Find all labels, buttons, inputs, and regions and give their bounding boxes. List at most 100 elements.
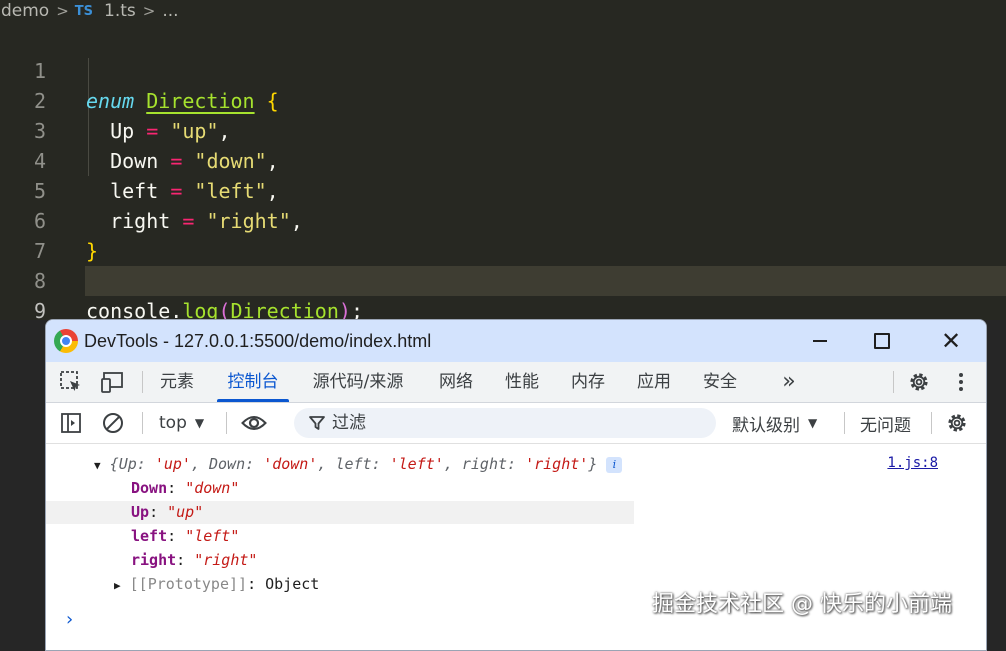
code-line[interactable]: 3 Down = "down", bbox=[0, 86, 1006, 173]
line-number: 9 bbox=[33, 299, 46, 323]
context-selector[interactable]: top ▼ bbox=[159, 403, 204, 443]
gear-icon bbox=[948, 414, 966, 432]
summary-key: right bbox=[461, 455, 508, 473]
summary-key: Down bbox=[209, 455, 246, 473]
chevron-right-icon: > bbox=[56, 2, 69, 20]
summary-value: 'left' bbox=[389, 455, 444, 473]
eye-icon bbox=[241, 416, 267, 430]
settings-button[interactable] bbox=[904, 362, 934, 402]
divider bbox=[226, 412, 227, 434]
issues-button[interactable]: 无问题 bbox=[860, 403, 911, 443]
code-line[interactable]: 1 enum Direction { bbox=[0, 26, 1006, 113]
tab-sources[interactable]: 源代码/来源 bbox=[302, 362, 414, 402]
code-line[interactable]: 7 bbox=[0, 206, 1006, 263]
code-line[interactable]: 4 left = "left", bbox=[0, 116, 1006, 203]
code-line[interactable]: 8 console.log(Direction); bbox=[0, 236, 1006, 323]
clear-icon bbox=[103, 413, 123, 433]
kebab-menu-icon bbox=[959, 373, 963, 391]
console-toolbar: top ▼ 默认级别 ▼ 无问题 bbox=[46, 403, 986, 444]
breadcrumb: demo > TS 1.ts > ... bbox=[0, 0, 180, 22]
divider bbox=[142, 412, 143, 434]
filter-input[interactable] bbox=[332, 413, 692, 433]
tab-console[interactable]: 控制台 bbox=[217, 362, 289, 402]
property-key: left bbox=[131, 527, 168, 545]
property-key: Down bbox=[131, 479, 168, 497]
tab-network[interactable]: 网络 bbox=[429, 362, 483, 402]
typescript-file-icon: TS bbox=[74, 3, 94, 19]
code-line-active[interactable]: 9 bbox=[0, 266, 1006, 323]
filter-icon bbox=[309, 416, 325, 430]
filter-box[interactable] bbox=[294, 408, 716, 438]
close-button[interactable]: ✕ bbox=[926, 320, 976, 362]
tab-performance[interactable]: 性能 bbox=[495, 362, 549, 402]
summary-brace: } bbox=[588, 455, 598, 473]
code-line[interactable]: 5 right = "right", bbox=[0, 146, 1006, 233]
property-key: right bbox=[131, 551, 177, 569]
property-row[interactable]: Down: "down" bbox=[131, 479, 239, 497]
divider bbox=[893, 371, 894, 393]
property-key: Up bbox=[131, 503, 150, 521]
tab-elements[interactable]: 元素 bbox=[150, 362, 204, 402]
property-row[interactable]: left: "left" bbox=[131, 527, 239, 545]
code-editor[interactable]: demo > TS 1.ts > ... 1 enum Direction { … bbox=[0, 0, 1006, 323]
device-icon bbox=[101, 372, 123, 393]
window-titlebar[interactable]: DevTools - 127.0.0.1:5500/demo/index.htm… bbox=[46, 320, 986, 362]
tab-security[interactable]: 安全 bbox=[693, 362, 747, 402]
breadcrumb-folder[interactable]: demo bbox=[0, 1, 50, 21]
device-toolbar-button[interactable] bbox=[98, 362, 128, 402]
expand-triangle-icon[interactable]: ▼ bbox=[94, 459, 101, 472]
caret-down-icon: ▼ bbox=[808, 416, 818, 430]
property-row[interactable]: Up: "up" bbox=[131, 503, 203, 521]
breadcrumb-more[interactable]: ... bbox=[161, 1, 179, 21]
inspect-element-button[interactable] bbox=[56, 362, 86, 402]
minimize-icon bbox=[813, 340, 827, 342]
context-label: top bbox=[159, 413, 187, 433]
window-title: DevTools - 127.0.0.1:5500/demo/index.htm… bbox=[84, 331, 432, 351]
inspect-icon bbox=[60, 371, 80, 391]
summary-key: left bbox=[335, 455, 372, 473]
close-icon: ✕ bbox=[940, 327, 962, 355]
gear-icon bbox=[910, 373, 928, 391]
maximize-icon bbox=[874, 333, 890, 349]
divider bbox=[142, 371, 143, 393]
console-settings-button[interactable] bbox=[942, 403, 972, 443]
prototype-row[interactable]: ▶ [[Prototype]]: Object bbox=[114, 575, 319, 593]
live-expression-button[interactable] bbox=[239, 403, 269, 443]
log-level-label: 默认级别 bbox=[732, 415, 800, 436]
caret-down-icon: ▼ bbox=[194, 416, 205, 430]
console-prompt[interactable]: › bbox=[64, 609, 75, 630]
console-output[interactable]: 1.js:8 ▼ {Up: 'up', Down: 'down', left: … bbox=[46, 444, 986, 650]
expand-triangle-icon[interactable]: ▶ bbox=[114, 579, 121, 592]
summary-key: Up bbox=[118, 455, 137, 473]
prototype-key: [[Prototype]] bbox=[129, 575, 248, 593]
code-line[interactable]: 2 Up = "up", bbox=[0, 56, 1006, 143]
property-value: "down" bbox=[185, 479, 240, 497]
summary-value: 'up' bbox=[154, 455, 191, 473]
more-options-button[interactable] bbox=[946, 362, 976, 402]
info-icon[interactable]: i bbox=[606, 456, 623, 473]
prototype-value: Object bbox=[265, 575, 320, 593]
devtools-tabbar: 元素 控制台 源代码/来源 网络 性能 内存 应用 安全 » bbox=[46, 362, 986, 403]
log-entry-summary[interactable]: ▼ {Up: 'up', Down: 'down', left: 'left',… bbox=[94, 455, 623, 473]
divider bbox=[844, 412, 845, 434]
sidebar-icon bbox=[61, 413, 81, 433]
chrome-logo-icon bbox=[54, 329, 78, 353]
clear-console-button[interactable] bbox=[98, 403, 128, 443]
source-link[interactable]: 1.js:8 bbox=[887, 455, 938, 471]
sidebar-toggle-button[interactable] bbox=[56, 403, 86, 443]
summary-value: 'right' bbox=[525, 455, 589, 473]
tab-memory[interactable]: 内存 bbox=[561, 362, 615, 402]
more-tabs-icon[interactable]: » bbox=[774, 362, 804, 402]
tab-application[interactable]: 应用 bbox=[627, 362, 681, 402]
log-level-dropdown[interactable]: 默认级别 ▼ bbox=[732, 403, 817, 443]
chevron-right-icon: > bbox=[142, 2, 156, 20]
code-line[interactable]: 6 } bbox=[0, 176, 1006, 263]
summary-value: 'down' bbox=[263, 455, 318, 473]
watermark: 掘金技术社区 @ 快乐的小前端 bbox=[652, 592, 952, 617]
breadcrumb-file[interactable]: 1.ts bbox=[103, 1, 137, 21]
maximize-button[interactable] bbox=[857, 320, 907, 362]
property-value: "left" bbox=[185, 527, 240, 545]
property-row[interactable]: right: "right" bbox=[131, 551, 257, 569]
minimize-button[interactable] bbox=[795, 320, 845, 362]
divider bbox=[931, 412, 932, 434]
